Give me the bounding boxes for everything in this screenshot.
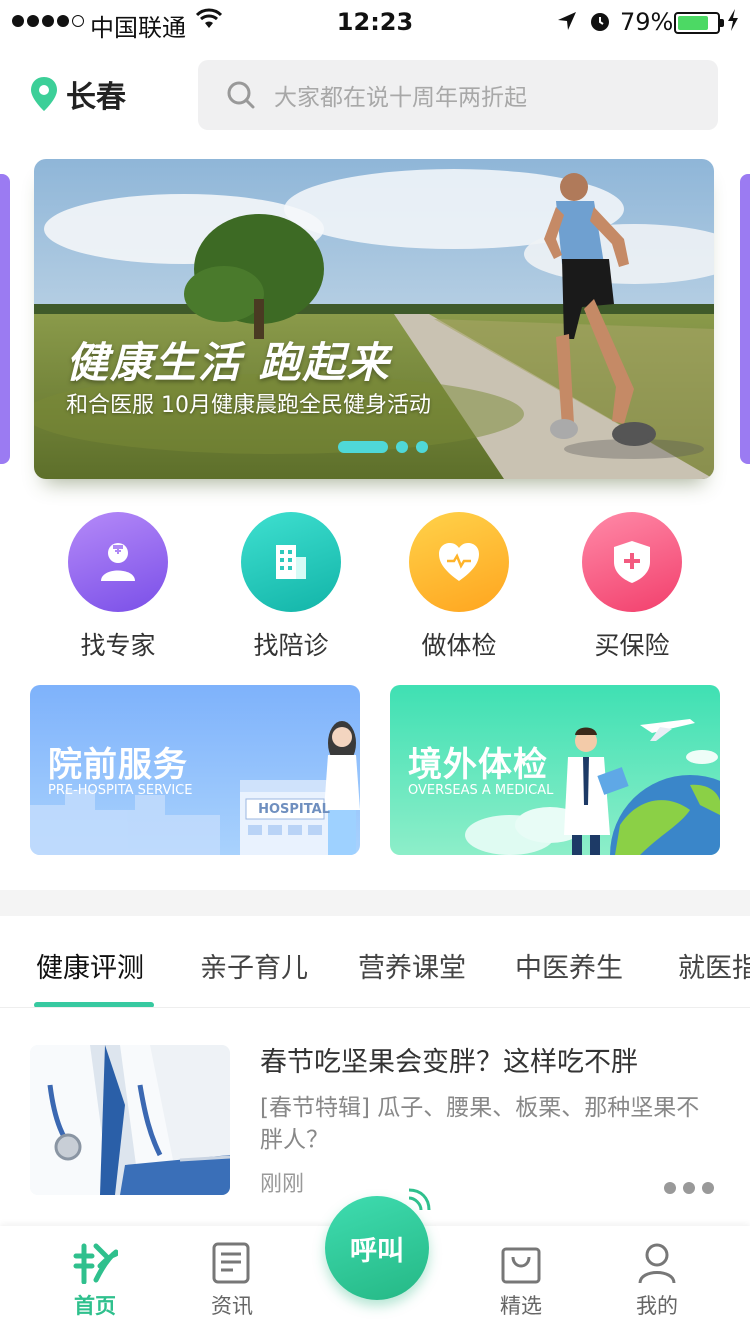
city-selector[interactable]: 长春 <box>30 72 126 116</box>
city-name: 长春 <box>66 80 126 115</box>
active-tab-indicator <box>34 1002 154 1007</box>
tab-label: 资讯 <box>211 1294 253 1318</box>
search-placeholder: 大家都在说十周年两折起 <box>274 85 527 111</box>
card-subtitle: OVERSEAS A MEDICAL <box>408 783 554 798</box>
tab-news[interactable]: 资讯 <box>187 1236 277 1320</box>
buy-insurance-button[interactable]: 买保险 <box>572 512 692 662</box>
prev-banner-peek[interactable] <box>0 174 10 464</box>
charging-bolt-icon <box>726 8 740 38</box>
location-arrow-icon <box>556 10 578 38</box>
pre-hospital-service-card[interactable]: HOSPITAL 院前服务 PRE-HOSPITA SERVICE <box>30 685 360 855</box>
card-subtitle: PRE-HOSPITA SERVICE <box>48 783 193 798</box>
tab-nutrition[interactable]: 营养课堂 <box>358 946 466 985</box>
banner-title: 健康生活 跑起来 <box>66 338 391 387</box>
shield-icon <box>582 512 682 612</box>
tab-label: 我的 <box>636 1294 678 1318</box>
card-title: 院前服务 <box>48 745 188 785</box>
quick-menu-label: 找陪诊 <box>253 631 329 660</box>
health-checkup-button[interactable]: 做体检 <box>399 512 519 662</box>
document-icon <box>187 1236 277 1290</box>
page-indicator <box>396 441 408 453</box>
alarm-icon <box>588 9 612 39</box>
tab-home[interactable]: 首页 <box>50 1236 140 1320</box>
page-indicator <box>416 441 428 453</box>
tab-health-assessment[interactable]: 健康评测 <box>36 946 144 985</box>
location-pin-icon <box>31 77 57 111</box>
search-bar[interactable]: 大家都在说十周年两折起 <box>198 60 718 130</box>
doctor-icon <box>68 512 168 612</box>
find-expert-button[interactable]: 找专家 <box>58 512 178 662</box>
battery-percent: 79% <box>620 8 674 36</box>
article-thumbnail[interactable] <box>30 1045 230 1195</box>
battery-icon <box>674 12 724 34</box>
article-description: [春节特辑] 瓜子、腰果、板栗、那种坚果不胖人？ <box>260 1095 700 1153</box>
tab-picks[interactable]: 精选 <box>476 1236 566 1320</box>
building-icon <box>241 512 341 612</box>
tab-mine[interactable]: 我的 <box>612 1236 702 1320</box>
tab-tcm-wellness[interactable]: 中医养生 <box>515 946 623 985</box>
tab-parenting[interactable]: 亲子育儿 <box>200 946 308 985</box>
heart-icon <box>409 512 509 612</box>
category-tabs: 健康评测 亲子育儿 营养课堂 中医养生 就医指 <box>0 916 750 1008</box>
overseas-checkup-card[interactable]: 境外体检 OVERSEAS A MEDICAL <box>390 685 720 855</box>
tab-medical-guide[interactable]: 就医指 <box>678 946 750 985</box>
hospital-sign: HOSPITAL <box>258 802 330 817</box>
find-escort-button[interactable]: 找陪诊 <box>231 512 351 662</box>
status-bar: 中国联通 12:23 79% <box>0 0 750 46</box>
quick-menu-label: 买保险 <box>594 631 670 660</box>
card-title: 境外体检 <box>408 745 548 785</box>
tab-label: 首页 <box>74 1294 116 1318</box>
home-icon <box>50 1236 140 1290</box>
more-options-icon[interactable] <box>664 1182 714 1194</box>
next-banner-peek[interactable] <box>740 174 750 464</box>
section-divider <box>0 890 750 916</box>
call-button[interactable]: 呼叫 <box>325 1188 431 1300</box>
search-icon <box>227 81 255 109</box>
signal-waves-icon <box>408 1188 431 1211</box>
user-icon <box>612 1236 702 1290</box>
article-timestamp: 刚刚 <box>260 1172 305 1197</box>
page-indicator-active <box>338 441 388 453</box>
quick-menu-label: 找专家 <box>80 631 156 660</box>
hero-banner[interactable]: 健康生活 跑起来 和合医服 10月健康晨跑全民健身活动 <box>34 159 714 479</box>
shopping-bag-icon <box>476 1236 566 1290</box>
banner-subtitle: 和合医服 10月健康晨跑全民健身活动 <box>66 393 431 418</box>
call-label: 呼叫 <box>350 1235 404 1267</box>
banner-image <box>34 159 714 479</box>
tab-label: 精选 <box>500 1294 542 1318</box>
article-title[interactable]: 春节吃坚果会变胖？这样吃不胖 <box>260 1040 638 1079</box>
quick-menu-label: 做体检 <box>421 631 497 660</box>
banner-pagination <box>338 441 428 453</box>
